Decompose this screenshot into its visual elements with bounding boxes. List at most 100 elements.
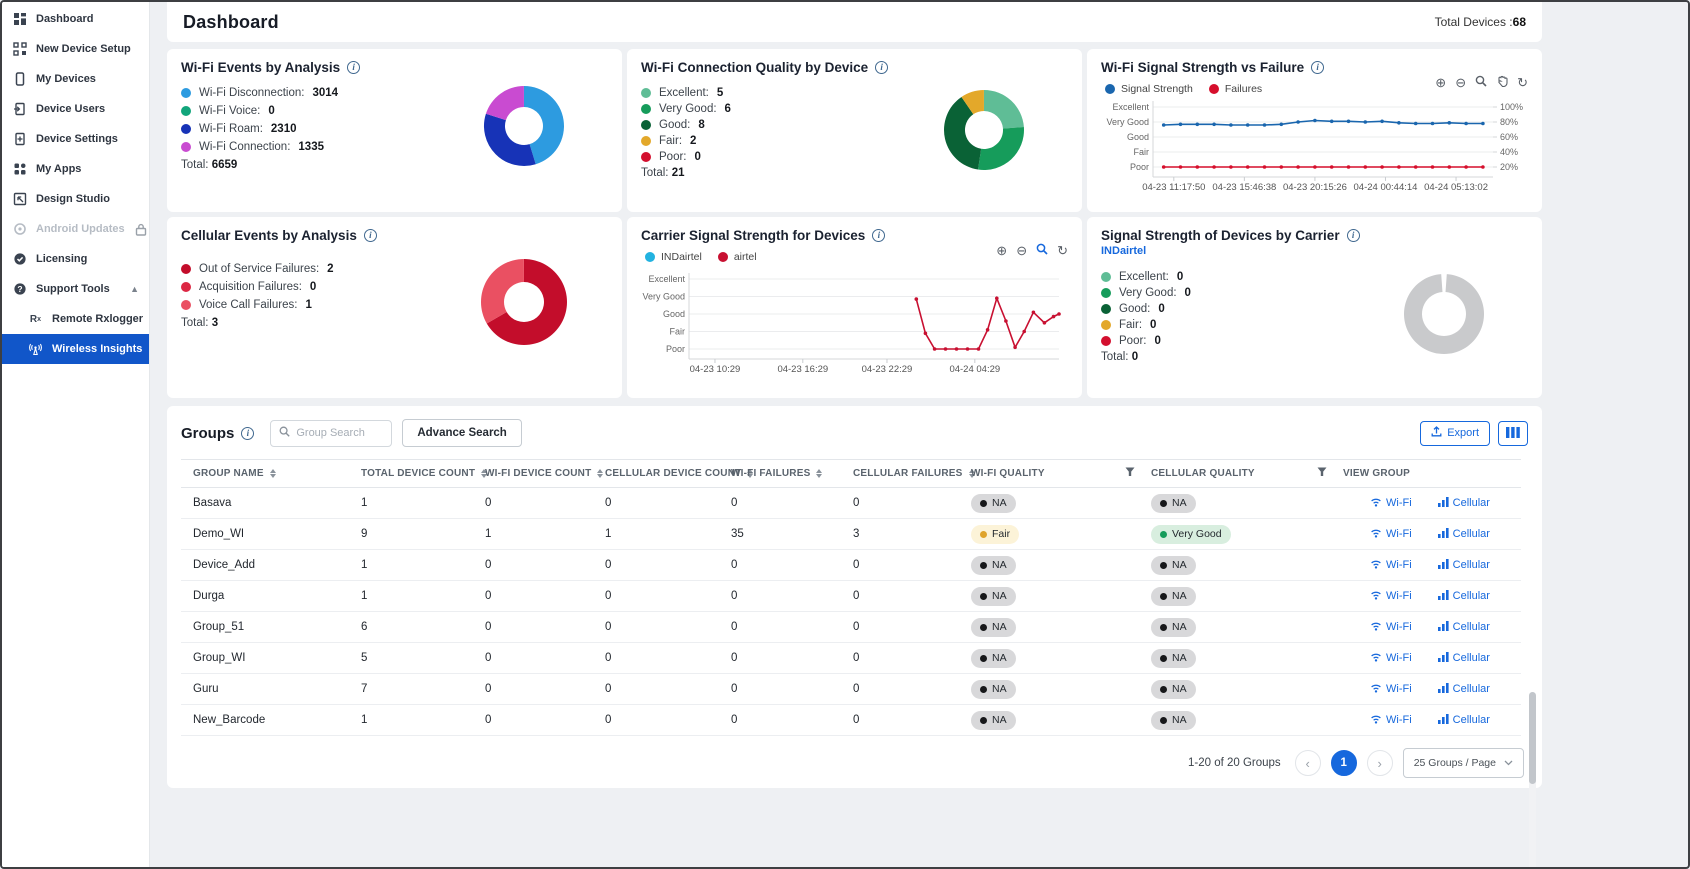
legend-total: Total: 21 <box>641 167 900 179</box>
info-icon[interactable]: i <box>1347 229 1360 242</box>
view-cellular-link[interactable]: Cellular <box>1438 528 1490 541</box>
donut-chart-wifi-quality[interactable] <box>900 81 1068 179</box>
table-scrollbar[interactable] <box>1529 692 1536 867</box>
cellular-quality-badge: NA <box>1151 618 1196 637</box>
sidebar-item-device-users[interactable]: Device Users <box>2 94 149 124</box>
view-cellular-link[interactable]: Cellular <box>1438 497 1490 510</box>
sort-icon[interactable] <box>270 469 276 478</box>
view-wifi-link[interactable]: Wi-Fi <box>1370 559 1412 572</box>
sidebar-item-dashboard[interactable]: Dashboard <box>2 4 149 34</box>
view-wifi-link[interactable]: Wi-Fi <box>1370 621 1412 634</box>
reset-icon[interactable]: ↻ <box>1057 244 1068 257</box>
sidebar-item-wireless-insights[interactable]: Wireless Insights <box>2 334 149 364</box>
legend-item: Very Good6 <box>641 103 900 115</box>
sort-icon[interactable] <box>597 469 603 478</box>
info-icon[interactable]: i <box>1311 61 1324 74</box>
info-icon[interactable]: i <box>872 229 885 242</box>
view-cellular-link[interactable]: Cellular <box>1438 652 1490 665</box>
view-wifi-link[interactable]: Wi-Fi <box>1370 714 1412 727</box>
legend-item: Excellent0 <box>1101 271 1360 283</box>
export-button[interactable]: Export <box>1420 421 1490 446</box>
sidebar-item-design-studio[interactable]: Design Studio <box>2 184 149 214</box>
line-chart-signal-vs-failure[interactable]: ExcellentVery GoodGoodFairPoor100%80%60%… <box>1101 97 1528 204</box>
sidebar-item-my-devices[interactable]: My Devices <box>2 64 149 94</box>
legend-item-indairtel[interactable]: INDairtel <box>645 251 702 263</box>
sidebar-item-new-device-setup[interactable]: New Device Setup <box>2 34 149 64</box>
view-cellular-link[interactable]: Cellular <box>1438 683 1490 696</box>
sidebar-item-licensing[interactable]: Licensing <box>2 244 149 274</box>
wifi-quality-badge: NA <box>971 618 1016 637</box>
column-header-wifi-failures[interactable]: WI-FI FAILURES <box>719 460 841 488</box>
legend-dot <box>181 264 191 274</box>
cellular-quality-badge: NA <box>1151 556 1196 575</box>
column-header-cellular-failures[interactable]: CELLULAR FAILURES <box>841 460 959 488</box>
cellular-bars-icon <box>1438 714 1449 727</box>
scrollbar-thumb[interactable] <box>1529 692 1536 784</box>
card-wifi-events: Wi-Fi Events by Analysisi Wi-Fi Disconne… <box>167 49 622 212</box>
line-chart-carrier-signal[interactable]: ExcellentVery GoodGoodFairPoor04-23 10:2… <box>641 265 1068 386</box>
legend-item-failures[interactable]: Failures <box>1209 83 1262 95</box>
zoom-area-icon[interactable] <box>1475 75 1487 89</box>
column-header-wifi-device-count[interactable]: WI-FI DEVICE COUNT <box>473 460 593 488</box>
sidebar-item-android-updates[interactable]: Android Updates <box>2 214 149 244</box>
view-cellular-link[interactable]: Cellular <box>1438 590 1490 603</box>
pan-icon[interactable] <box>1496 75 1508 89</box>
svg-text:04-23 20:15:26: 04-23 20:15:26 <box>1283 182 1347 193</box>
filter-icon[interactable] <box>1125 467 1135 480</box>
columns-icon <box>1506 426 1520 441</box>
zoom-in-icon[interactable]: ⊕ <box>1435 76 1446 89</box>
page-size-select[interactable]: 25 Groups / Page <box>1403 748 1524 778</box>
legend-dot <box>641 104 651 114</box>
group-search-input[interactable] <box>296 427 383 439</box>
wifi-device-count-cell: 0 <box>473 705 593 736</box>
wifi-device-count-cell: 0 <box>473 550 593 581</box>
view-cellular-link[interactable]: Cellular <box>1438 559 1490 572</box>
advance-search-button[interactable]: Advance Search <box>402 419 522 447</box>
info-icon[interactable]: i <box>347 61 360 74</box>
column-header-wifi-quality[interactable]: WI-FI QUALITY <box>959 460 1139 488</box>
view-wifi-link[interactable]: Wi-Fi <box>1370 497 1412 510</box>
column-header-cellular-device-count[interactable]: CELLULAR DEVICE COUNT <box>593 460 719 488</box>
legend-item-airtel[interactable]: airtel <box>718 251 757 263</box>
info-icon[interactable]: i <box>875 61 888 74</box>
view-cellular-link[interactable]: Cellular <box>1438 714 1490 727</box>
zoom-in-icon[interactable]: ⊕ <box>996 244 1007 257</box>
svg-text:04-23 10:29: 04-23 10:29 <box>690 364 741 375</box>
legend-dot <box>1101 336 1111 346</box>
chart-toolbar: ⊕ ⊖ ↻ <box>1435 75 1528 89</box>
current-page-button[interactable]: 1 <box>1331 750 1357 776</box>
zoom-out-icon[interactable]: ⊖ <box>1016 244 1027 257</box>
prev-page-button[interactable]: ‹ <box>1295 750 1321 776</box>
donut-chart-signal-by-carrier[interactable] <box>1360 265 1528 363</box>
sidebar-item-device-settings[interactable]: Device Settings <box>2 124 149 154</box>
wifi-device-count-cell: 0 <box>473 674 593 705</box>
view-wifi-link[interactable]: Wi-Fi <box>1370 528 1412 541</box>
donut-chart-wifi-events[interactable] <box>440 81 608 171</box>
status-dot-icon <box>1160 655 1167 662</box>
sidebar-item-remote-rxlogger[interactable]: Rx Remote Rxlogger <box>2 304 149 334</box>
legend-dot <box>181 88 191 98</box>
column-header-cellular-quality[interactable]: CELLULAR QUALITY <box>1139 460 1331 488</box>
sort-icon[interactable] <box>816 469 822 478</box>
column-header-total-device-count[interactable]: TOTAL DEVICE COUNT <box>349 460 473 488</box>
view-wifi-link[interactable]: Wi-Fi <box>1370 683 1412 696</box>
view-cellular-link[interactable]: Cellular <box>1438 621 1490 634</box>
next-page-button[interactable]: › <box>1367 750 1393 776</box>
info-icon[interactable]: i <box>364 229 377 242</box>
reset-icon[interactable]: ↻ <box>1517 76 1528 89</box>
filter-icon[interactable] <box>1317 467 1327 480</box>
card-title: Cellular Events by Analysis <box>181 228 357 243</box>
zoom-area-icon[interactable] <box>1036 243 1048 257</box>
view-wifi-link[interactable]: Wi-Fi <box>1370 652 1412 665</box>
donut-chart-cellular-events[interactable] <box>440 257 608 347</box>
column-header-group-name[interactable]: GROUP NAME <box>181 460 349 488</box>
sidebar-item-support-tools[interactable]: ? Support Tools ▲ <box>2 274 149 304</box>
cellular-bars-icon <box>1438 528 1449 541</box>
column-picker-button[interactable] <box>1498 421 1528 446</box>
sidebar-item-my-apps[interactable]: My Apps <box>2 154 149 184</box>
carrier-subtitle[interactable]: INDairtel <box>1101 245 1528 257</box>
view-wifi-link[interactable]: Wi-Fi <box>1370 590 1412 603</box>
zoom-out-icon[interactable]: ⊖ <box>1455 76 1466 89</box>
info-icon[interactable]: i <box>241 427 254 440</box>
legend-item-signal-strength[interactable]: Signal Strength <box>1105 83 1193 95</box>
